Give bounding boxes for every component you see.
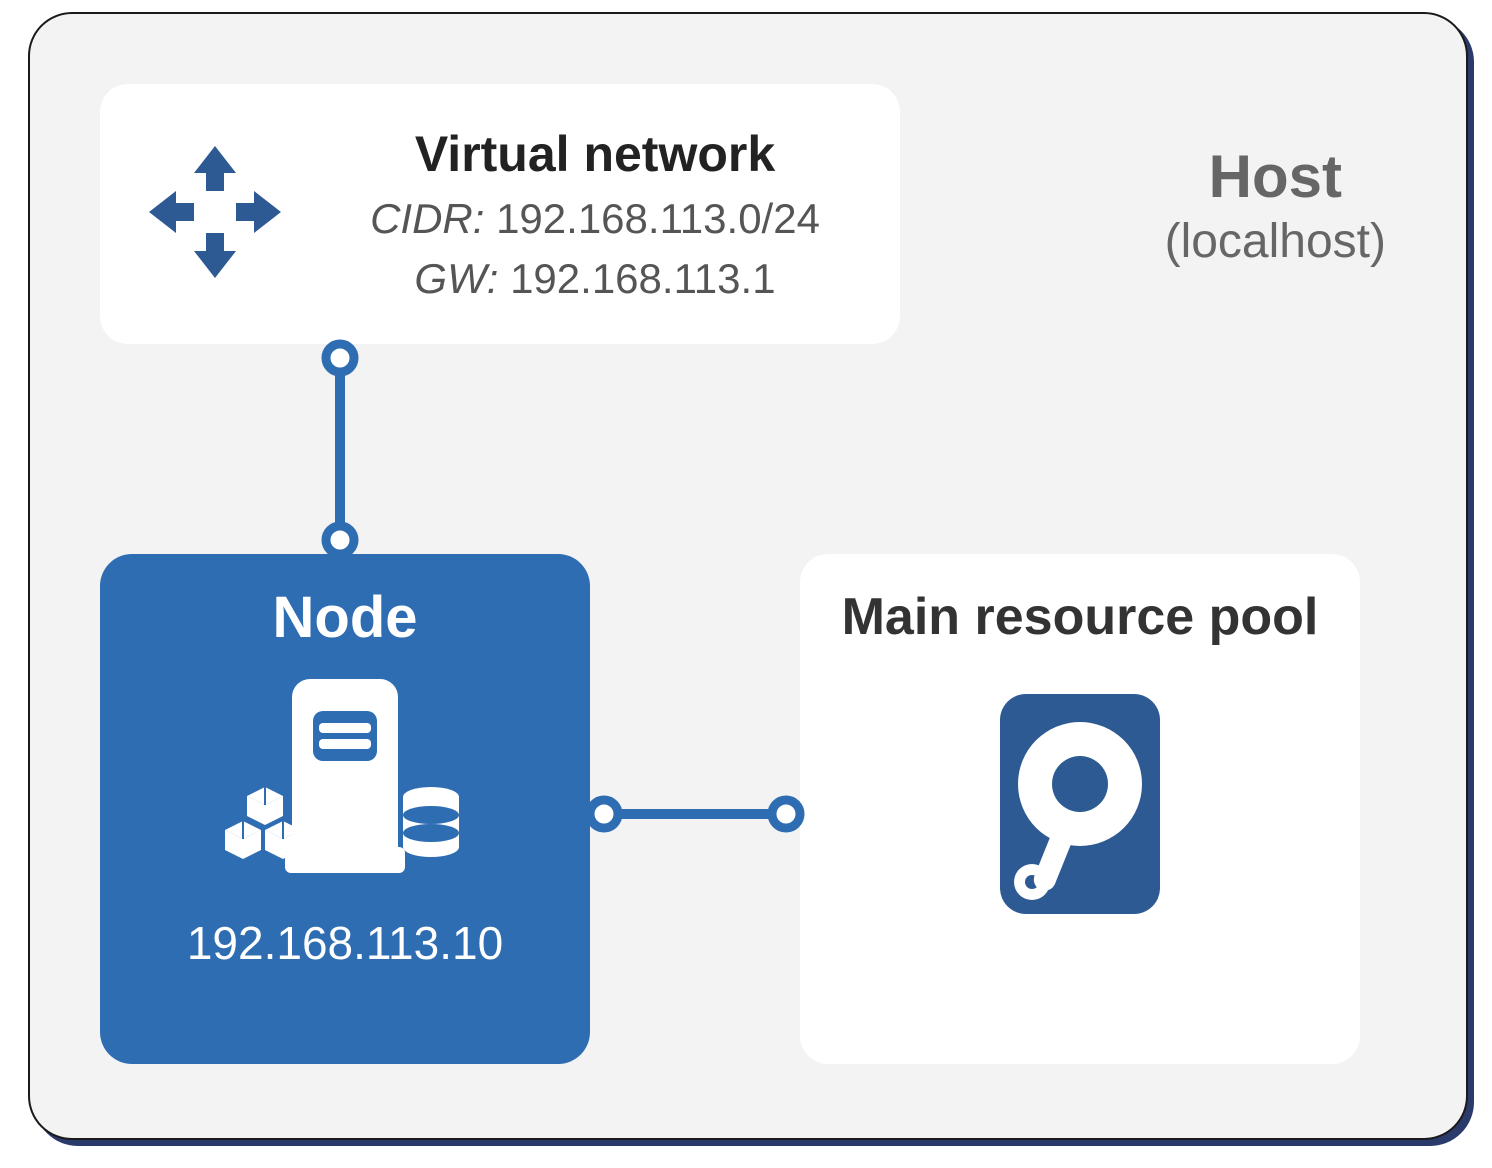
node-ip: 192.168.113.10 <box>120 916 570 970</box>
server-icon <box>120 669 570 894</box>
gw-value: 192.168.113.1 <box>510 255 775 302</box>
host-panel: Host (localhost) <box>28 12 1468 1140</box>
diagram-stage: Host (localhost) <box>0 0 1492 1168</box>
virtual-network-cidr: CIDR: 192.168.113.0/24 <box>320 195 870 243</box>
disk-icon <box>840 684 1320 929</box>
virtual-network-text: Virtual network CIDR: 192.168.113.0/24 G… <box>320 125 870 303</box>
virtual-network-card: Virtual network CIDR: 192.168.113.0/24 G… <box>100 84 900 344</box>
resource-pool-title: Main resource pool <box>840 588 1320 648</box>
node-title: Node <box>120 584 570 651</box>
connector-vnet-node <box>310 344 370 554</box>
virtual-network-gw: GW: 192.168.113.1 <box>320 255 870 303</box>
connector-node-pool <box>590 784 800 844</box>
cidr-label: CIDR: <box>370 195 484 242</box>
resource-pool-card: Main resource pool <box>800 554 1360 1064</box>
host-subtitle: (localhost) <box>1165 214 1386 269</box>
virtual-network-title: Virtual network <box>320 125 870 183</box>
gw-label: GW: <box>414 255 498 302</box>
network-arrows-icon <box>140 137 290 292</box>
node-card: Node <box>100 554 590 1064</box>
host-label: Host (localhost) <box>1165 144 1386 269</box>
host-title: Host <box>1165 144 1386 210</box>
cidr-value: 192.168.113.0/24 <box>496 195 820 242</box>
